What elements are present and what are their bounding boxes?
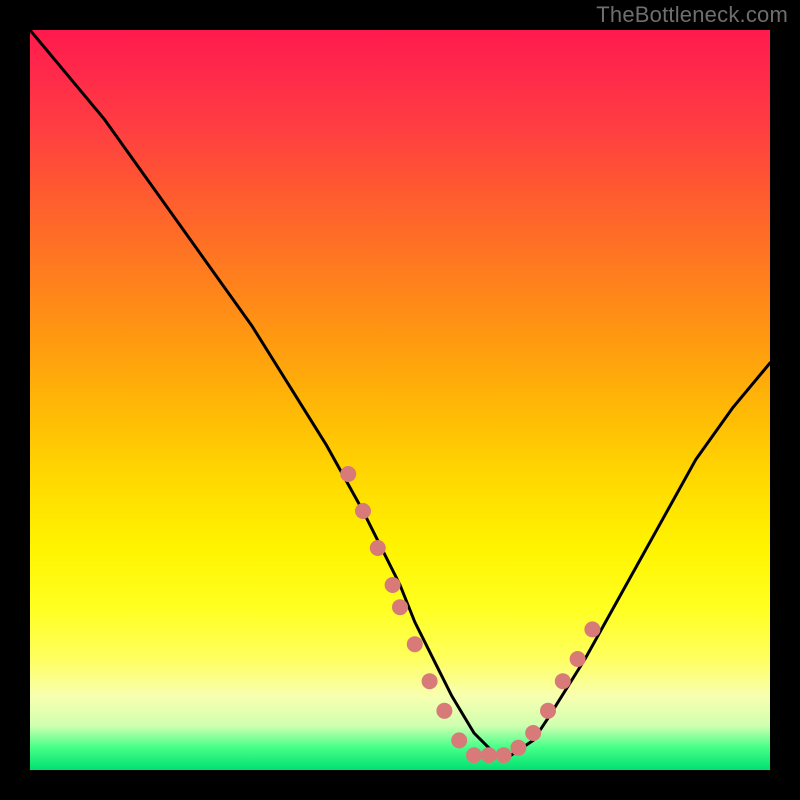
curve-marker [466, 747, 482, 763]
curve-marker [540, 703, 556, 719]
curve-marker [422, 673, 438, 689]
curve-marker [481, 747, 497, 763]
curve-marker [570, 651, 586, 667]
curve-marker [370, 540, 386, 556]
curve-markers-group [340, 466, 600, 763]
curve-marker [451, 732, 467, 748]
curve-marker [525, 725, 541, 741]
bottleneck-curve-path [30, 30, 770, 755]
curve-marker [392, 599, 408, 615]
watermark-label: TheBottleneck.com [596, 2, 788, 28]
curve-marker [555, 673, 571, 689]
curve-marker [496, 747, 512, 763]
curve-marker [407, 636, 423, 652]
chart-stage: TheBottleneck.com [0, 0, 800, 800]
curve-marker [385, 577, 401, 593]
plot-area [30, 30, 770, 770]
curve-marker [510, 740, 526, 756]
curve-marker [436, 703, 452, 719]
bottleneck-curve-svg [30, 30, 770, 770]
curve-marker [584, 621, 600, 637]
curve-marker [355, 503, 371, 519]
curve-marker [340, 466, 356, 482]
